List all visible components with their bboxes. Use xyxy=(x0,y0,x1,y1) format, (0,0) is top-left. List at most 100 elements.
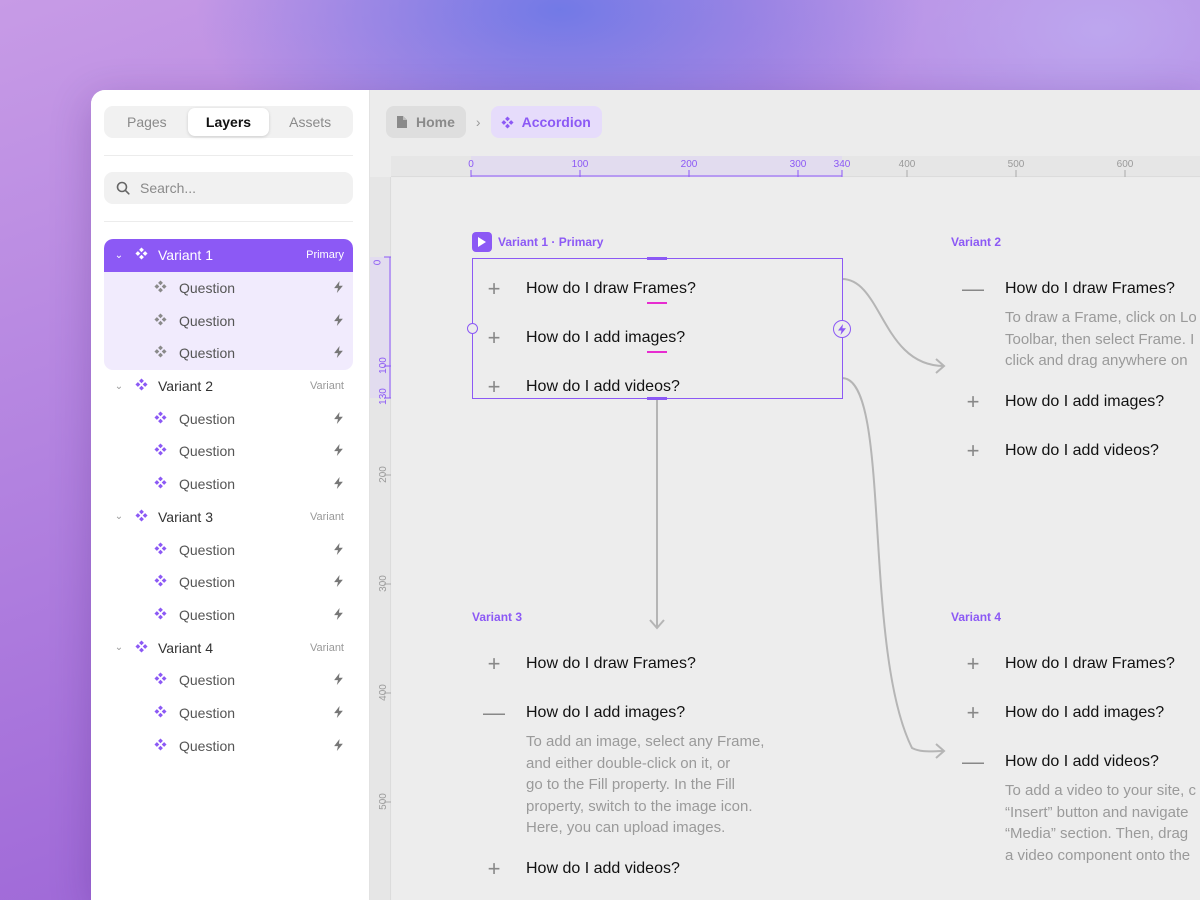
accordion-item[interactable]: + How do I add images? xyxy=(962,688,1196,737)
bolt-icon xyxy=(838,323,846,335)
layer-label: Variant 3 xyxy=(158,508,213,525)
component-icon xyxy=(154,443,167,459)
accordion-item[interactable]: — How do I add images? xyxy=(483,688,764,737)
play-icon[interactable] xyxy=(472,232,492,252)
layer-label: Question xyxy=(179,476,236,493)
tab-pages[interactable]: Pages xyxy=(106,108,188,136)
layer-question[interactable]: Question xyxy=(104,468,353,501)
component-icon xyxy=(154,574,167,590)
minus-icon[interactable]: — xyxy=(483,701,505,724)
chevron-down-icon[interactable]: ⌄ xyxy=(113,511,125,522)
frame-label-variant-3[interactable]: Variant 3 xyxy=(472,610,522,624)
layer-label: Question xyxy=(179,541,236,558)
ruler-top: 0 100 200 300 340 400 500 600 xyxy=(391,156,1200,177)
search-box[interactable] xyxy=(104,172,353,204)
layer-question[interactable]: Question xyxy=(104,566,353,599)
tab-assets[interactable]: Assets xyxy=(269,108,351,136)
accordion-question: How do I add images? xyxy=(526,328,686,346)
layer-question[interactable]: Question xyxy=(104,337,353,370)
bolt-icon xyxy=(334,542,343,558)
component-icon xyxy=(135,509,148,525)
accordion-item[interactable]: + How do I add images? xyxy=(962,378,1197,427)
accordion-variant-1: + How do I draw Frames? + How do I add i… xyxy=(483,264,696,411)
frame-label-variant-2[interactable]: Variant 2 xyxy=(951,235,1001,249)
accordion-item[interactable]: + How do I add videos? xyxy=(962,427,1197,476)
layer-question[interactable]: Question xyxy=(104,599,353,632)
layer-group-variant-4: ⌄ Variant 4 Variant Question Question Qu… xyxy=(104,631,353,762)
answer-line: To add a video to your site, c xyxy=(1005,782,1196,799)
accordion-item[interactable]: + How do I add videos? xyxy=(483,362,696,411)
accordion-item[interactable]: + How do I add videos? xyxy=(483,845,764,894)
plus-icon[interactable]: + xyxy=(962,440,984,462)
layer-question[interactable]: Question xyxy=(104,435,353,468)
layer-question[interactable]: Question xyxy=(104,697,353,730)
layer-group-variant-2: ⌄ Variant 2 Variant Question Question Qu… xyxy=(104,370,353,501)
accordion-item[interactable]: — How do I draw Frames? xyxy=(962,264,1197,313)
chevron-down-icon[interactable]: ⌄ xyxy=(113,381,125,392)
interaction-handle[interactable] xyxy=(833,320,851,338)
layer-label: Question xyxy=(179,606,236,623)
answer-line: To add an image, select any Frame, xyxy=(526,733,765,750)
answer-line: To draw a Frame, click on Lo xyxy=(1005,309,1197,326)
plus-icon[interactable]: + xyxy=(962,701,984,724)
layer-question[interactable]: Question xyxy=(104,664,353,697)
layer-label: Question xyxy=(179,672,236,689)
search-input[interactable] xyxy=(140,180,340,196)
accordion-item[interactable]: + How do I draw Frames? xyxy=(483,264,696,313)
plus-icon[interactable]: + xyxy=(962,652,984,675)
accordion-item[interactable]: + How do I draw Frames? xyxy=(962,639,1196,688)
layer-label: Question xyxy=(179,312,236,329)
tab-layers[interactable]: Layers xyxy=(187,108,270,136)
answer-line: go to the Fill property. In the Fill xyxy=(526,776,735,793)
breadcrumb-home[interactable]: Home xyxy=(386,106,466,138)
bolt-icon xyxy=(334,672,343,688)
answer-line: Toolbar, then select Frame. I xyxy=(1005,330,1195,348)
selection-handle[interactable] xyxy=(647,257,667,260)
answer-line: click and drag anywhere on xyxy=(1005,352,1188,369)
layer-label: Question xyxy=(179,280,236,297)
plus-icon[interactable]: + xyxy=(483,326,505,349)
layer-variant-1[interactable]: ⌄ Variant 1 Primary xyxy=(104,239,353,272)
bolt-icon xyxy=(334,705,343,721)
answer-line: “Insert” button and navigate xyxy=(1005,803,1189,821)
layers-list: ⌄ Variant 1 Primary Question Question Qu… xyxy=(104,239,353,762)
frame-label-text: Variant 1 · Primary xyxy=(498,235,604,249)
chevron-down-icon[interactable]: ⌄ xyxy=(113,250,125,261)
plus-icon[interactable]: + xyxy=(483,277,505,300)
accordion-item[interactable]: + How do I draw Frames? xyxy=(483,639,764,688)
frame-label-variant-4[interactable]: Variant 4 xyxy=(951,610,1001,624)
component-icon xyxy=(154,541,167,558)
accordion-question: How do I draw Frames? xyxy=(526,279,696,297)
layer-question[interactable]: Question xyxy=(104,272,353,305)
plus-icon[interactable]: + xyxy=(962,391,984,413)
answer-line: and either double-click on it, or xyxy=(526,754,731,772)
layer-question[interactable]: Question xyxy=(104,304,353,337)
layer-variant-3[interactable]: ⌄ Variant 3 Variant xyxy=(104,501,353,534)
sidebar-tabs: Pages Layers Assets xyxy=(104,106,353,138)
breadcrumb-accordion-label: Accordion xyxy=(521,114,591,130)
accordion-item[interactable]: + How do I add images? xyxy=(483,313,696,362)
design-canvas[interactable]: Variant 1 · Primary + How do I draw Fram… xyxy=(392,178,1200,900)
layer-variant-2[interactable]: ⌄ Variant 2 Variant xyxy=(104,370,353,403)
frame-label-variant-1[interactable]: Variant 1 · Primary xyxy=(472,232,603,252)
bolt-icon xyxy=(334,738,343,754)
plus-icon[interactable]: + xyxy=(483,652,505,675)
plus-icon[interactable]: + xyxy=(483,375,505,398)
bolt-icon xyxy=(334,574,343,590)
layer-question[interactable]: Question xyxy=(104,729,353,762)
connector-handle[interactable] xyxy=(467,323,478,334)
minus-icon[interactable]: — xyxy=(962,277,984,300)
plus-icon[interactable]: + xyxy=(483,858,505,880)
layer-variant-4[interactable]: ⌄ Variant 4 Variant xyxy=(104,631,353,664)
chevron-down-icon[interactable]: ⌄ xyxy=(113,642,125,653)
layer-question[interactable]: Question xyxy=(104,533,353,566)
breadcrumb-accordion[interactable]: Accordion xyxy=(490,106,602,138)
accordion-variant-3: + How do I draw Frames? — How do I add i… xyxy=(483,639,764,894)
breadcrumb-separator: › xyxy=(475,114,481,130)
accordion-question: How do I add videos? xyxy=(526,377,680,395)
accordion-item[interactable]: — How do I add videos? xyxy=(962,737,1196,786)
accordion-question: How do I add videos? xyxy=(1005,442,1159,459)
minus-icon[interactable]: — xyxy=(962,750,984,773)
layer-question[interactable]: Question xyxy=(104,402,353,435)
ruler-left-ticks xyxy=(384,256,391,803)
